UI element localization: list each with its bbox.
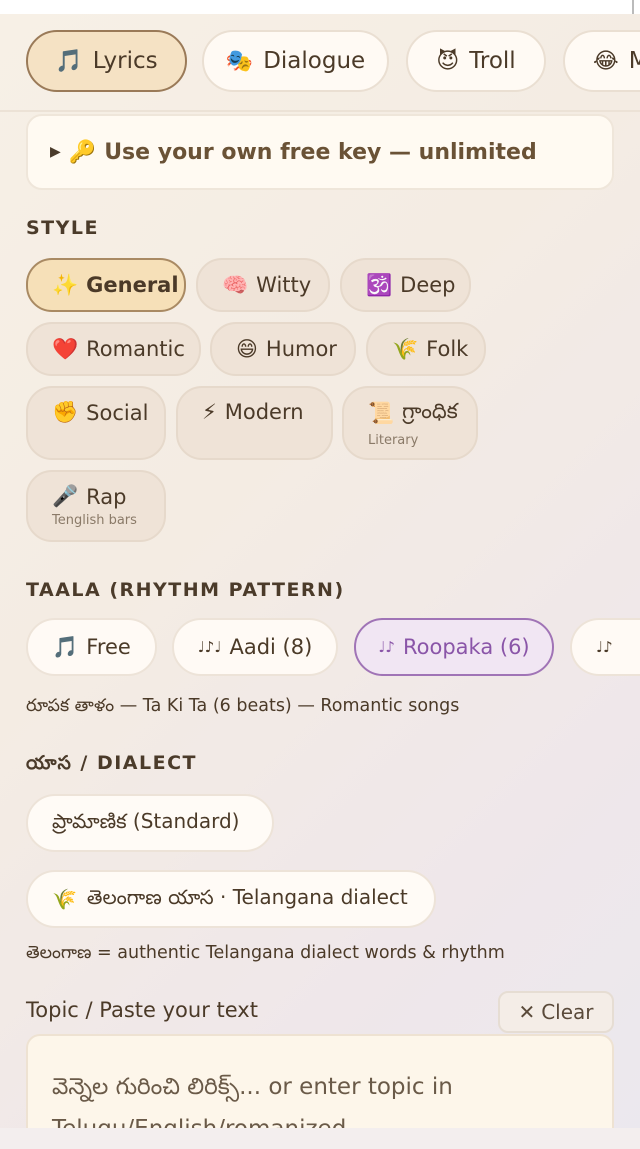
tab-troll[interactable]: 😈 Troll [406, 30, 546, 92]
topic-label: Topic / Paste your text [26, 998, 258, 1022]
chip-label: గ్రాంధిక [402, 398, 458, 423]
style-chip-folk[interactable]: 🌾 Folk [366, 322, 486, 376]
clear-label: Clear [541, 1000, 594, 1024]
taala-roopaka[interactable]: ♩♪ Roopaka (6) [354, 618, 554, 676]
style-chip-humor[interactable]: 😄 Humor [210, 322, 356, 376]
chip-label: Humor [265, 337, 337, 361]
wheat-icon: 🌾 [392, 336, 419, 361]
style-chip-romantic[interactable]: ❤️ Romantic [26, 322, 201, 376]
tab-label: Troll [469, 48, 516, 74]
music-note-icon: 🎵 [55, 48, 83, 74]
tab-meme[interactable]: 😂 M [563, 30, 640, 92]
rhythm-notes-icon: ♩♪ [596, 638, 613, 656]
heart-icon: ❤️ [52, 336, 79, 361]
brain-icon: 🧠 [222, 272, 249, 297]
taala-description: రూపక తాళం — Ta Ki Ta (6 beats) — Romanti… [26, 696, 460, 716]
chip-label: Deep [400, 273, 456, 297]
chip-label: Social [86, 400, 149, 425]
own-key-disclosure[interactable]: ▶ 🔑 Use your own free key — unlimited [26, 114, 614, 190]
chip-label: General [86, 273, 179, 297]
disclosure-arrow-icon: ▶ [50, 144, 61, 160]
theater-masks-icon: 🎭 [225, 48, 254, 74]
lightning-icon: ⚡ [202, 400, 217, 424]
divider [0, 110, 640, 112]
top-status-strip [0, 0, 640, 14]
dialect-label: తెలంగాణ యాస · Telangana dialect [86, 884, 408, 909]
dialect-description: తెలంగాణ = authentic Telangana dialect wo… [26, 943, 505, 963]
clear-button[interactable]: ✕ Clear [498, 991, 614, 1033]
own-key-label: Use your own free key — unlimited [104, 139, 537, 165]
mode-tabs: 🎵 Lyrics 🎭 Dialogue 😈 Troll 😂 M [26, 30, 640, 94]
tab-dialogue[interactable]: 🎭 Dialogue [202, 30, 389, 92]
rhythm-notes-icon: ♩♪♩ [197, 638, 222, 656]
dialect-telangana[interactable]: 🌾 తెలంగాణ యాస · Telangana dialect [26, 870, 436, 928]
sparkles-icon: ✨ [52, 272, 79, 297]
scroll-icon: 📜 [368, 401, 395, 425]
chip-label: Rap [86, 484, 127, 509]
style-chip-witty[interactable]: 🧠 Witty [196, 258, 330, 312]
chip-sublabel: Literary [368, 432, 419, 448]
music-note-icon: 🎵 [52, 634, 79, 659]
chip-label: Modern [224, 400, 304, 424]
laughing-icon: 😂 [593, 48, 619, 74]
chip-label: Romantic [86, 337, 185, 361]
taala-aadi[interactable]: ♩♪♩ Aadi (8) [172, 618, 338, 676]
microphone-icon: 🎤 [52, 484, 79, 508]
om-icon: 🕉️ [366, 272, 393, 297]
style-heading: STYLE [26, 217, 99, 239]
tab-label: M [628, 48, 640, 74]
wheat-icon: 🌾 [52, 887, 77, 911]
fist-icon: ✊ [52, 400, 79, 424]
close-icon: ✕ [518, 1000, 536, 1024]
chip-label: Folk [426, 337, 469, 361]
taala-label: Aadi (8) [229, 635, 313, 659]
style-chip-modern[interactable]: ⚡ Modern [176, 386, 333, 460]
dialect-label: ప్రామాణిక (Standard) [52, 808, 240, 833]
dialect-standard[interactable]: ప్రామాణిక (Standard) [26, 794, 274, 852]
taala-heading: TAALA (RHYTHM PATTERN) [26, 579, 345, 601]
taala-label: Roopaka (6) [403, 635, 530, 659]
key-icon: 🔑 [68, 139, 97, 165]
style-chip-social[interactable]: ✊ Social [26, 386, 166, 460]
style-chip-general[interactable]: ✨ General [26, 258, 186, 312]
rhythm-notes-icon: ♩♪ [378, 638, 395, 656]
chip-label: Witty [256, 273, 312, 297]
smile-icon: 😄 [236, 337, 258, 361]
style-chip-rap[interactable]: 🎤 Rap Tenglish bars [26, 470, 166, 542]
bottom-bar [0, 1128, 640, 1149]
tab-label: Dialogue [263, 48, 366, 74]
taala-free[interactable]: 🎵 Free [26, 618, 157, 676]
devil-icon: 😈 [436, 48, 460, 74]
dialect-heading: యాస / DIALECT [26, 752, 197, 774]
chip-sublabel: Tenglish bars [52, 513, 137, 528]
tab-lyrics[interactable]: 🎵 Lyrics [26, 30, 187, 92]
style-chip-deep[interactable]: 🕉️ Deep [340, 258, 471, 312]
taala-label: Free [86, 635, 131, 659]
tab-label: Lyrics [92, 48, 158, 74]
taala-more[interactable]: ♩♪ [570, 618, 640, 676]
style-chip-literary[interactable]: 📜 గ్రాంధిక Literary [342, 386, 478, 460]
